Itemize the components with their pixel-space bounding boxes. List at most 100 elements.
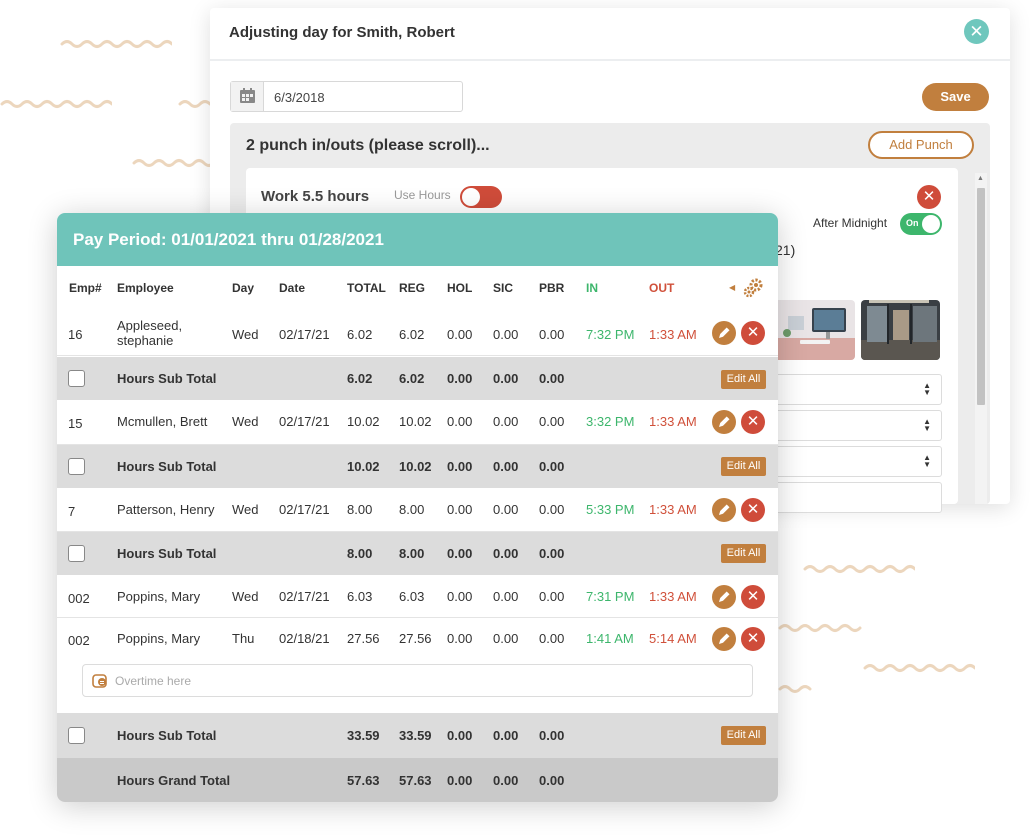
table-row[interactable]: 7 Patterson, Henry Wed 02/17/21 8.00 8.0… [57, 488, 778, 532]
scroll-up-icon[interactable]: ▲ [977, 175, 984, 182]
subtotal-hol: 0.00 [447, 371, 473, 386]
subtotal-reg: 10.02 [399, 459, 432, 474]
toggle-on-label: On [906, 218, 919, 228]
total-cell: 10.02 [347, 414, 380, 429]
date-cell: 02/17/21 [279, 414, 330, 429]
subtotal-sic: 0.00 [493, 371, 519, 386]
subtotal-pbr: 0.00 [539, 728, 565, 743]
col-header-date[interactable]: Date [279, 281, 305, 295]
emp-number: 15 [68, 416, 83, 431]
emp-number: 002 [68, 633, 90, 648]
decorative-squiggle [778, 624, 862, 632]
edit-pencil-icon[interactable] [712, 585, 736, 609]
save-button[interactable]: Save [922, 83, 989, 111]
total-cell: 6.02 [347, 327, 373, 342]
col-header-sic[interactable]: SIC [493, 281, 513, 295]
hol-cell: 0.00 [447, 589, 473, 604]
pbr-cell: 0.00 [539, 502, 565, 517]
col-header-employee[interactable]: Employee [117, 281, 174, 295]
edit-pencil-icon[interactable] [712, 321, 736, 345]
subtotal-hol: 0.00 [447, 728, 473, 743]
col-header-reg[interactable]: REG [399, 281, 425, 295]
reg-cell: 27.56 [399, 631, 432, 646]
edit-pencil-icon[interactable] [712, 627, 736, 651]
edit-pencil-icon[interactable] [712, 410, 736, 434]
employee-name: Poppins, Mary [117, 589, 201, 604]
settings-gears-icon[interactable] [743, 277, 765, 299]
subtotal-pbr: 0.00 [539, 371, 565, 386]
decorative-squiggle [132, 159, 212, 167]
row-checkbox[interactable] [68, 458, 85, 475]
emp-number: 002 [68, 591, 90, 606]
caret-left-icon[interactable]: ◀ [729, 283, 735, 292]
subtotal-total: 6.02 [347, 371, 373, 386]
add-punch-button[interactable]: Add Punch [868, 131, 974, 159]
date-cell: 02/17/21 [279, 502, 330, 517]
work-hours-label: Work 5.5 hours [261, 188, 370, 205]
edit-all-button[interactable]: Edit All [721, 370, 766, 389]
in-time: 5:33 PM [586, 502, 635, 517]
table-row[interactable]: 16 Appleseed, stephanie Wed 02/17/21 6.0… [57, 310, 778, 356]
date-field[interactable]: 6/3/2018 [230, 81, 463, 112]
edit-pencil-icon[interactable] [712, 498, 736, 522]
subtotal-reg: 8.00 [399, 546, 425, 561]
col-header-out[interactable]: OUT [649, 281, 674, 295]
after-midnight-toggle[interactable]: On [900, 213, 942, 235]
employee-name: Mcmullen, Brett [117, 414, 208, 429]
total-cell: 27.56 [347, 631, 380, 646]
grand-total-hol: 0.00 [447, 773, 473, 788]
use-hours-toggle[interactable] [460, 186, 502, 208]
table-row[interactable]: 002 Poppins, Mary Wed 02/17/21 6.03 6.03… [57, 575, 778, 618]
after-midnight-label: After Midnight [813, 216, 888, 230]
hol-cell: 0.00 [447, 502, 473, 517]
day-cell: Wed [232, 589, 259, 604]
employee-name: Poppins, Mary [117, 631, 201, 646]
sic-cell: 0.00 [493, 502, 519, 517]
col-header-total[interactable]: TOTAL [347, 281, 386, 295]
subtotal-reg: 6.02 [399, 371, 425, 386]
decorative-squiggle [0, 100, 112, 108]
scrollbar[interactable]: ▲ [975, 173, 987, 504]
delete-row-icon[interactable]: ✕ [741, 410, 765, 434]
row-checkbox[interactable] [68, 727, 85, 744]
sic-cell: 0.00 [493, 327, 519, 342]
delete-row-icon[interactable]: ✕ [741, 321, 765, 345]
reg-cell: 10.02 [399, 414, 432, 429]
date-cell: 02/17/21 [279, 589, 330, 604]
scrollbar-thumb[interactable] [977, 188, 985, 405]
edit-all-button[interactable]: Edit All [721, 544, 766, 563]
office-photo[interactable] [861, 300, 940, 360]
overtime-input[interactable]: Overtime here [82, 664, 753, 697]
table-row[interactable]: 15 Mcmullen, Brett Wed 02/17/21 10.02 10… [57, 400, 778, 445]
col-header-emp[interactable]: Emp# [69, 281, 102, 295]
out-time: 1:33 AM [649, 414, 697, 429]
sic-cell: 0.00 [493, 631, 519, 646]
edit-all-button[interactable]: Edit All [721, 726, 766, 745]
delete-row-icon[interactable]: ✕ [741, 627, 765, 651]
day-cell: Wed [232, 414, 259, 429]
modal-header: Adjusting day for Smith, Robert ✕ [210, 8, 1010, 61]
delete-punch-button[interactable]: ✕ [917, 185, 941, 209]
delete-row-icon[interactable]: ✕ [741, 498, 765, 522]
reg-cell: 6.02 [399, 327, 425, 342]
delete-row-icon[interactable]: ✕ [741, 585, 765, 609]
row-checkbox[interactable] [68, 545, 85, 562]
row-checkbox[interactable] [68, 370, 85, 387]
office-photo[interactable] [778, 300, 855, 360]
subtotal-label: Hours Sub Total [117, 371, 217, 386]
reg-cell: 6.03 [399, 589, 425, 604]
day-cell: Wed [232, 502, 259, 517]
calendar-icon[interactable] [231, 82, 264, 111]
day-cell: Wed [232, 327, 259, 342]
edit-all-button[interactable]: Edit All [721, 457, 766, 476]
close-icon[interactable]: ✕ [964, 19, 989, 44]
table-row[interactable]: 002 Poppins, Mary Thu 02/18/21 27.56 27.… [57, 618, 778, 661]
hol-cell: 0.00 [447, 631, 473, 646]
col-header-hol[interactable]: HOL [447, 281, 472, 295]
col-header-pbr[interactable]: PBR [539, 281, 564, 295]
punch-title: 2 punch in/outs (please scroll)... [246, 137, 490, 154]
col-header-in[interactable]: IN [586, 281, 598, 295]
in-time: 7:31 PM [586, 589, 635, 604]
decorative-squiggle [178, 100, 210, 108]
col-header-day[interactable]: Day [232, 281, 254, 295]
